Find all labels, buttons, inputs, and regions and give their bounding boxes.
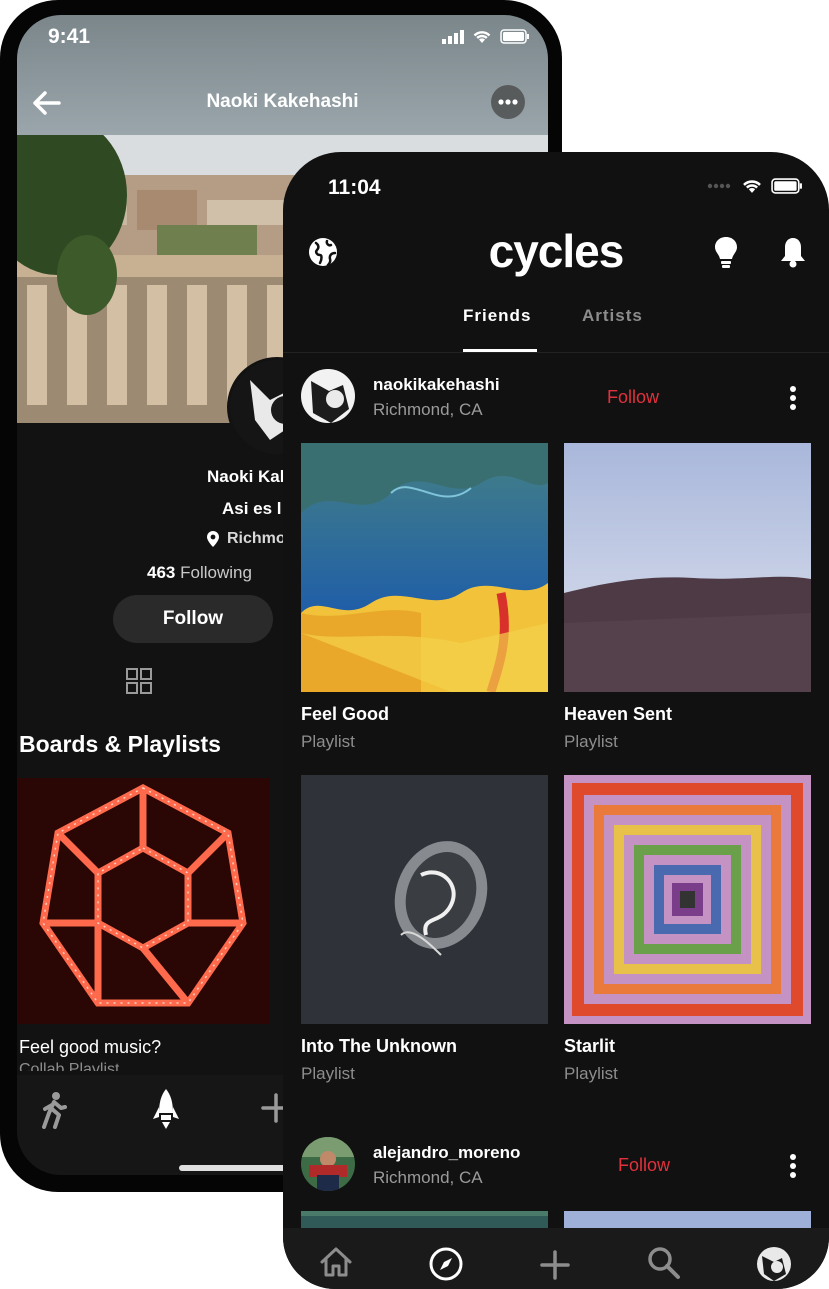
playlist-type: Playlist bbox=[301, 1064, 355, 1083]
post-location: Richmond, CA bbox=[373, 400, 483, 419]
status-time: 9:41 bbox=[48, 25, 91, 48]
following-stat[interactable]: 463 Following bbox=[147, 563, 252, 583]
front-phone-frame: 11:04 cycles Friends Artists naokikakeha… bbox=[283, 152, 829, 1289]
lightbulb-icon[interactable] bbox=[713, 236, 739, 268]
tab-divider bbox=[283, 352, 829, 353]
playlist-type: Playlist bbox=[564, 1064, 618, 1083]
playlist-cover-partial[interactable] bbox=[301, 1211, 548, 1228]
following-label: Following bbox=[180, 563, 252, 582]
tab-artists[interactable]: Artists bbox=[582, 306, 643, 326]
playlist-cover-into-the-unknown[interactable] bbox=[301, 775, 548, 1024]
playlist-cover-partial[interactable] bbox=[564, 1211, 811, 1228]
signal-icon bbox=[707, 183, 731, 189]
signal-icon bbox=[442, 29, 464, 44]
playlist-title[interactable]: Into The Unknown bbox=[301, 1036, 457, 1057]
kebab-menu-icon[interactable] bbox=[789, 385, 797, 411]
profile-location-text: Richmo bbox=[227, 530, 286, 547]
user-avatar[interactable] bbox=[301, 369, 355, 423]
follow-button[interactable]: Follow bbox=[607, 387, 659, 408]
tab-friends[interactable]: Friends bbox=[463, 306, 531, 326]
app-logo: cycles bbox=[488, 225, 625, 277]
grid-view-icon[interactable] bbox=[125, 667, 153, 695]
follow-button[interactable]: Follow bbox=[618, 1155, 670, 1176]
profile-location: Richmo bbox=[207, 530, 286, 548]
user-avatar[interactable] bbox=[301, 1137, 355, 1191]
profile-avatar[interactable] bbox=[756, 1246, 792, 1282]
playlist-cover-heaven-sent[interactable] bbox=[564, 443, 811, 692]
follow-button[interactable]: Follow bbox=[113, 595, 273, 643]
location-pin-icon bbox=[207, 531, 219, 547]
playlist-cover-feel-good[interactable] bbox=[301, 443, 548, 692]
section-title: Boards & Playlists bbox=[19, 731, 221, 757]
post-username[interactable]: naokikakehashi bbox=[373, 375, 500, 395]
playlist-title[interactable]: Starlit bbox=[564, 1036, 615, 1057]
battery-icon bbox=[500, 29, 529, 44]
profile-name: Naoki Kal bbox=[207, 467, 285, 486]
rocket-icon[interactable] bbox=[151, 1089, 181, 1129]
post-username[interactable]: alejandro_moreno bbox=[373, 1143, 520, 1163]
bell-icon[interactable] bbox=[779, 236, 807, 268]
status-icons bbox=[442, 29, 530, 44]
profile-header-title: Naoki Kakehashi bbox=[206, 91, 359, 112]
playlist-type: Playlist bbox=[564, 732, 618, 751]
playlist-subtitle: Collab Playlist bbox=[19, 1061, 120, 1071]
following-count: 463 bbox=[147, 563, 176, 582]
profile-bio: Asi es l bbox=[222, 499, 282, 518]
battery-icon bbox=[771, 178, 802, 194]
post-location: Richmond, CA bbox=[373, 1168, 483, 1187]
more-options-icon[interactable] bbox=[491, 85, 525, 119]
home-icon[interactable] bbox=[319, 1246, 353, 1278]
status-icons bbox=[707, 178, 803, 194]
add-icon[interactable] bbox=[540, 1250, 570, 1280]
search-icon[interactable] bbox=[647, 1246, 681, 1280]
kebab-menu-icon[interactable] bbox=[789, 1153, 797, 1179]
walking-person-icon[interactable] bbox=[39, 1091, 69, 1129]
playlist-title[interactable]: Feel Good bbox=[301, 704, 389, 725]
playlist-cover-starlit[interactable] bbox=[564, 775, 811, 1024]
playlist-cover-image[interactable] bbox=[18, 778, 269, 1024]
explore-compass-icon[interactable] bbox=[428, 1246, 464, 1282]
playlist-title[interactable]: Heaven Sent bbox=[564, 704, 672, 725]
status-time: 11:04 bbox=[328, 176, 381, 199]
wifi-icon bbox=[473, 31, 491, 43]
wifi-icon bbox=[743, 180, 761, 193]
playlist-title[interactable]: Feel good music? bbox=[19, 1037, 161, 1058]
playlist-type: Playlist bbox=[301, 732, 355, 751]
